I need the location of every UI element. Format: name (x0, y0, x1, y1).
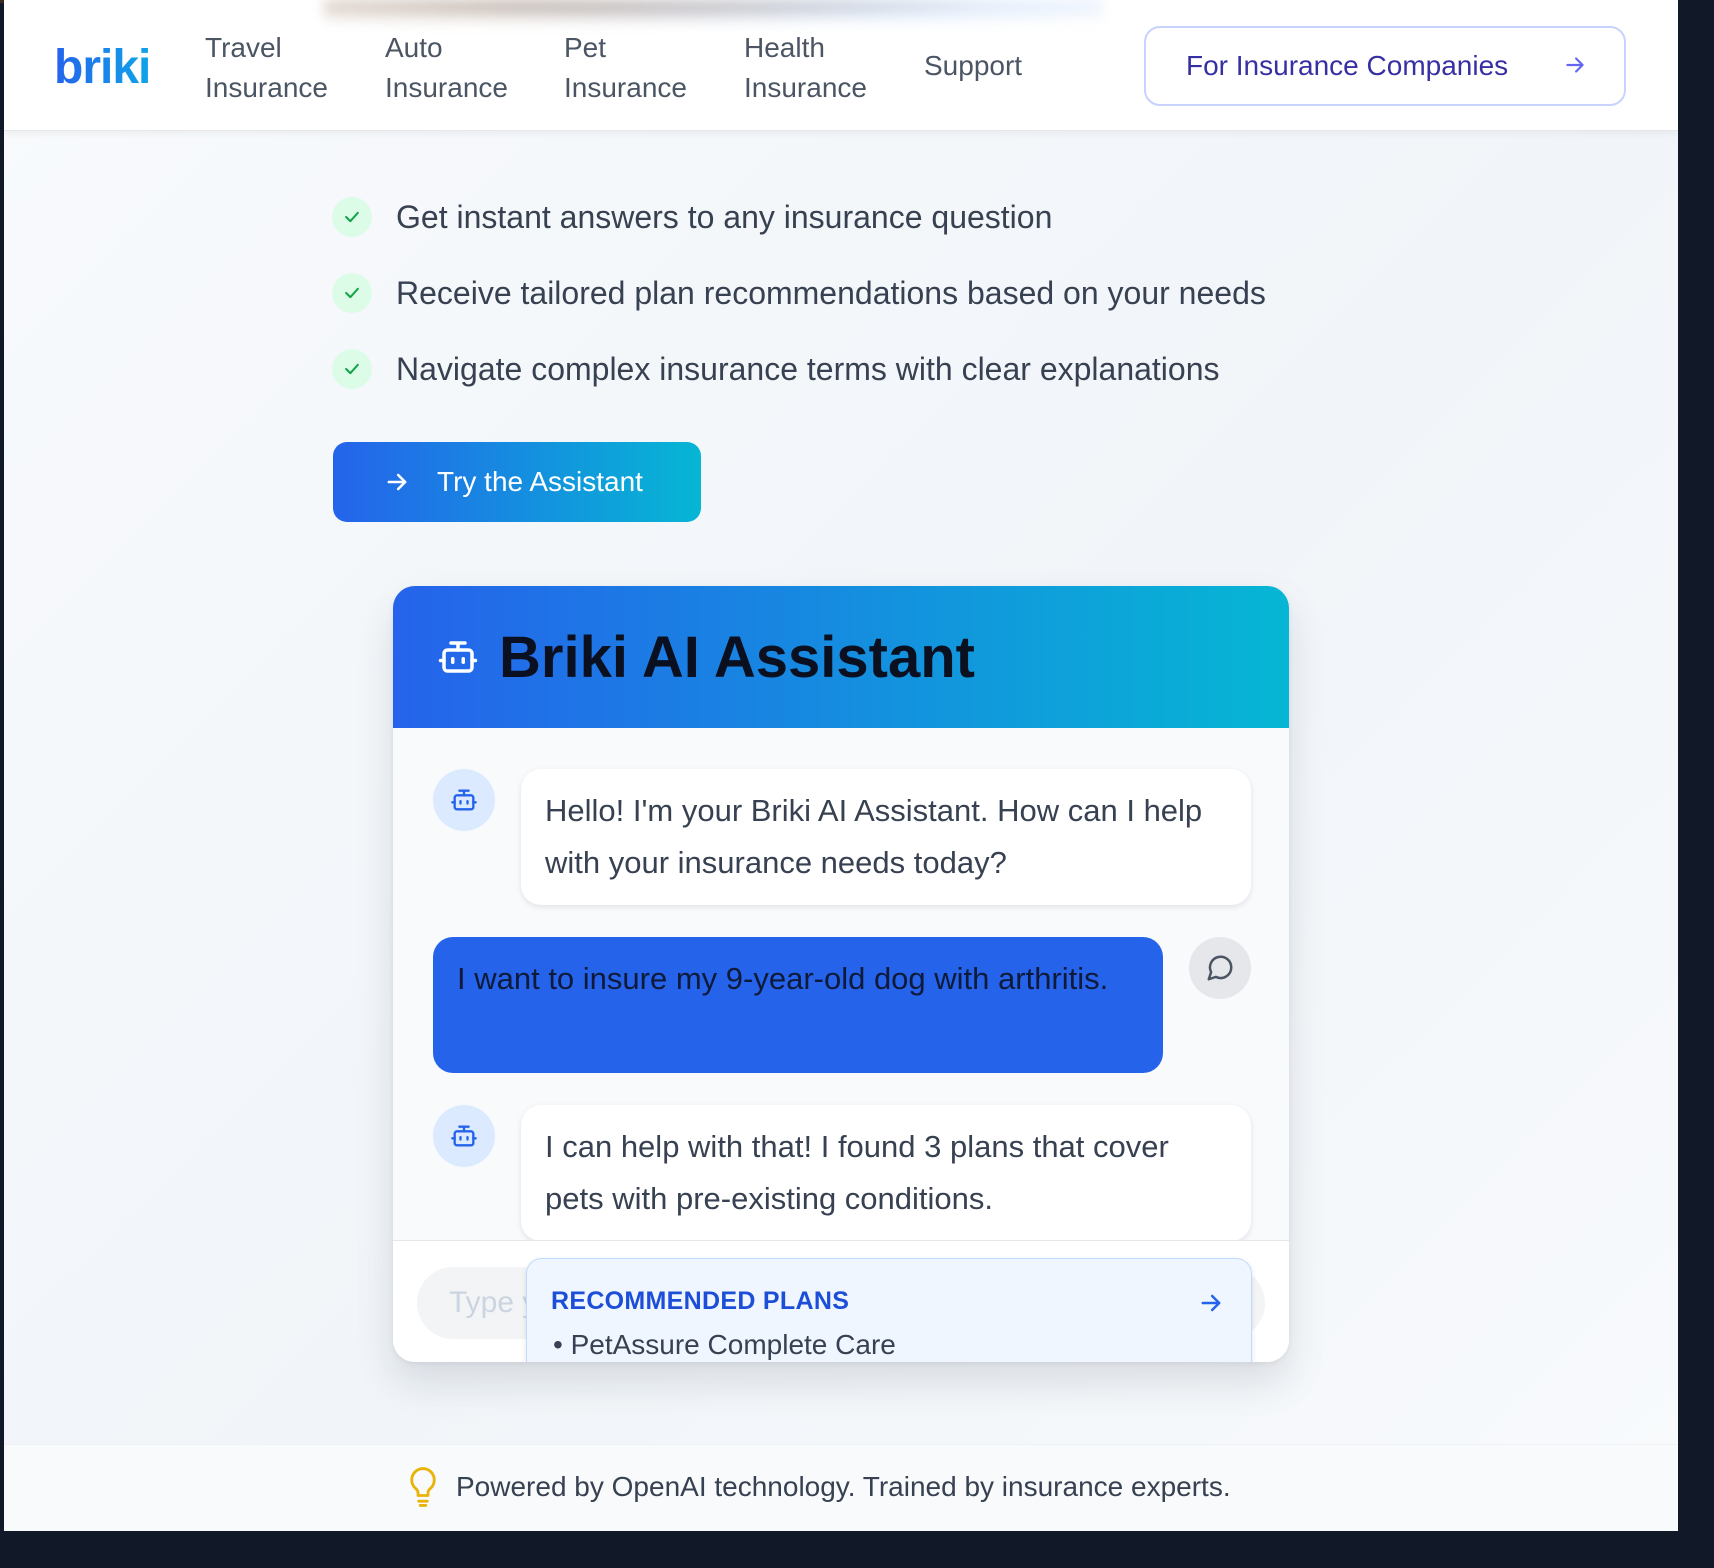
check-badge (332, 349, 372, 389)
feature-text: Receive tailored plan recommendations ba… (396, 274, 1266, 311)
nav-health-insurance[interactable]: Health Insurance (744, 28, 867, 108)
nav-support[interactable]: Support (924, 46, 1022, 86)
chat-widget: Briki AI Assistant Hello! I'm your Briki… (393, 586, 1289, 1362)
check-badge (332, 197, 372, 237)
bot-avatar (433, 769, 495, 831)
for-insurance-companies-label: For Insurance Companies (1186, 50, 1509, 81)
lightbulb-icon (410, 1467, 436, 1507)
bot-icon (451, 1125, 477, 1147)
page: briki Travel Insurance Auto Insurance Pe… (4, 0, 1678, 1531)
recommended-plans-card[interactable]: RECOMMENDED PLANS • PetAssure Complete C… (526, 1258, 1252, 1362)
arrow-right-icon (1566, 57, 1584, 73)
arrow-right-icon[interactable] (1197, 1289, 1225, 1317)
recommended-plan-item: • PetAssure Complete Care (553, 1329, 896, 1360)
feature-item: Receive tailored plan recommendations ba… (332, 271, 1266, 315)
nav-travel-insurance[interactable]: Travel Insurance (205, 28, 328, 108)
for-insurance-companies-button[interactable]: For Insurance Companies (1144, 26, 1626, 106)
briki-logo[interactable]: briki (54, 40, 151, 95)
arrow-right-icon (387, 473, 407, 491)
site-header: briki Travel Insurance Auto Insurance Pe… (4, 0, 1678, 131)
message-circle-icon (1207, 955, 1233, 981)
powered-by-strip: Powered by OpenAI technology. Trained by… (4, 1444, 1678, 1531)
nav-pet-insurance[interactable]: Pet Insurance (564, 28, 687, 108)
nav-label-line1: Auto (385, 32, 443, 63)
feature-text: Navigate complex insurance terms with cl… (396, 350, 1220, 387)
bot-icon (451, 789, 477, 811)
nav-label-line1: Health (744, 32, 825, 63)
check-icon (345, 211, 359, 223)
try-assistant-button[interactable]: Try the Assistant (333, 442, 701, 522)
feature-item: Get instant answers to any insurance que… (332, 195, 1052, 239)
bot-message: I can help with that! I found 3 plans th… (521, 1105, 1251, 1241)
nav-label-line2: Insurance (205, 72, 328, 103)
user-avatar (1189, 937, 1251, 999)
bot-icon (438, 641, 478, 673)
nav-label-line1: Travel (205, 32, 282, 63)
chat-messages: Hello! I'm your Briki AI Assistant. How … (393, 728, 1289, 1241)
nav-label-line2: Insurance (385, 72, 508, 103)
nav-label-line2: Insurance (564, 72, 687, 103)
chat-header: Briki AI Assistant (393, 586, 1289, 728)
check-badge (332, 273, 372, 313)
chat-title: Briki AI Assistant (499, 625, 975, 690)
try-assistant-label: Try the Assistant (437, 466, 643, 497)
header-glow (324, 0, 1104, 30)
feature-item: Navigate complex insurance terms with cl… (332, 347, 1220, 391)
feature-text: Get instant answers to any insurance que… (396, 198, 1053, 235)
user-message: I want to insure my 9-year-old dog with … (433, 937, 1163, 1073)
check-icon (345, 287, 359, 299)
powered-by-text: Powered by OpenAI technology. Trained by… (456, 1471, 1231, 1502)
check-icon (345, 363, 359, 375)
nav-label-line2: Insurance (744, 72, 867, 103)
recommended-plans-title: RECOMMENDED PLANS (551, 1287, 850, 1315)
bot-message: Hello! I'm your Briki AI Assistant. How … (521, 769, 1251, 905)
bot-avatar (433, 1105, 495, 1167)
nav-label-line1: Pet (564, 32, 607, 63)
nav-auto-insurance[interactable]: Auto Insurance (385, 28, 508, 108)
